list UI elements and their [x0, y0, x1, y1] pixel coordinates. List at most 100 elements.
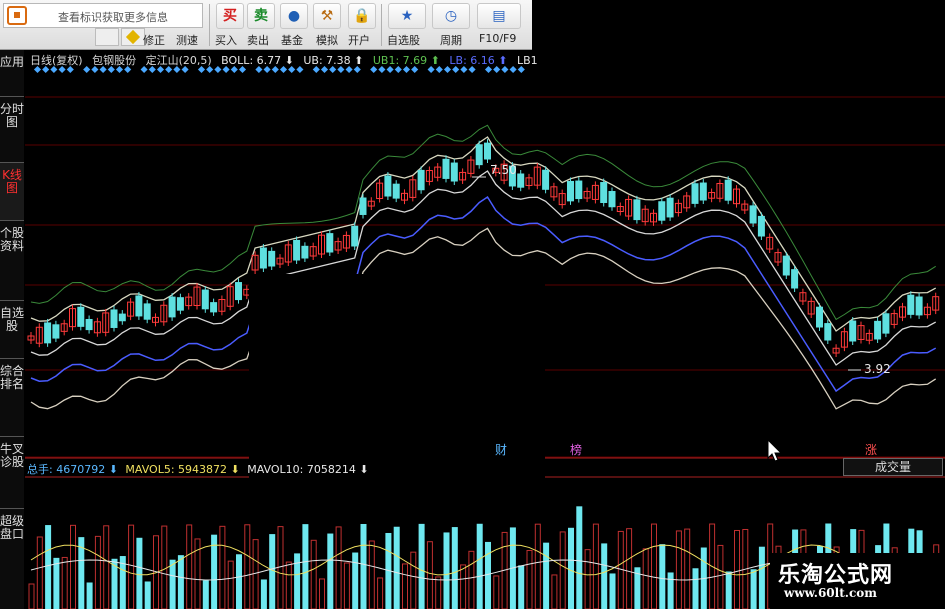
tab-label: 超级盘口 [0, 514, 25, 541]
low-price-label: 3.92 [864, 362, 891, 376]
candle-body [907, 294, 915, 315]
candle-body [118, 313, 126, 322]
tab-kline[interactable]: K线图 [0, 163, 24, 221]
volume-bar [343, 562, 350, 609]
candle-body [600, 182, 608, 204]
volume-bar [692, 568, 699, 609]
fix-button[interactable]: 修正 [143, 32, 165, 48]
candle-body [749, 205, 757, 224]
candle-body [384, 175, 392, 197]
legend-boll: BOLL: 6.77 ⬇ [221, 54, 294, 67]
candle-body [484, 142, 491, 160]
candle-body [691, 183, 699, 204]
candle-body [293, 239, 301, 261]
candle-body [849, 320, 857, 342]
rise-marker[interactable]: 涨 [865, 442, 877, 457]
candle-body [135, 295, 143, 317]
candle-body [658, 201, 666, 221]
sell-button-label[interactable]: 卖出 [247, 32, 269, 48]
volume-bar [418, 523, 425, 609]
tab-diagnosis[interactable]: 牛叉诊股 [0, 437, 24, 509]
volume-bar [202, 580, 209, 609]
volume-bar [468, 550, 475, 609]
kline-chart[interactable]: 7.50 3.92 财 榜 涨 [25, 50, 945, 609]
clock-icon[interactable]: ◷ [432, 3, 470, 29]
tab-ranking[interactable]: 综合排名 [0, 359, 24, 437]
speedtest-button[interactable]: 测速 [176, 32, 198, 48]
tab-intraday[interactable]: 分时图 [0, 97, 24, 163]
tab-watchlist[interactable]: 自选股 [0, 301, 24, 359]
open-account-button-label[interactable]: 开户 [348, 32, 370, 48]
candle-body [633, 199, 641, 221]
volume-bar [626, 528, 633, 609]
tab-label: 牛叉诊股 [0, 442, 25, 469]
volume-bar [584, 549, 591, 609]
volume-bar [144, 581, 151, 609]
volume-bar [568, 527, 574, 609]
tab-label: 综合排名 [0, 364, 25, 391]
hammer-icon[interactable]: ⚒ [313, 3, 341, 29]
watchlist-button-label[interactable]: 自选股 [387, 32, 420, 48]
volume-bar [119, 556, 126, 609]
volume-bar [659, 544, 666, 609]
divider [381, 4, 382, 46]
volume-bar [576, 506, 583, 609]
finance-marker[interactable]: 财 [495, 443, 507, 457]
buy-icon[interactable]: 买 [216, 3, 244, 29]
volume-bar [675, 530, 682, 609]
volume-bar [269, 534, 276, 609]
candle-body [882, 313, 890, 334]
volume-bar [609, 573, 616, 609]
volume-bar [435, 576, 442, 609]
candle-body [542, 169, 550, 190]
volume-bar [551, 574, 558, 609]
candle-body [235, 282, 242, 301]
fund-icon[interactable]: ● [280, 3, 308, 29]
volume-bar [244, 524, 251, 609]
volume-bar [169, 559, 176, 609]
tab-label: 应用 [0, 55, 25, 69]
volume-bar [393, 526, 400, 609]
tab-super-panel[interactable]: 超级盘口 [0, 509, 24, 609]
tab-label: K线图 [2, 168, 22, 195]
candle-body [442, 158, 450, 179]
candle-body [392, 183, 400, 199]
volume-bar [601, 543, 608, 609]
diamond-icon [125, 29, 141, 45]
watermark-title: 乐淘公式网 [778, 563, 894, 588]
candle-body [824, 323, 832, 341]
sidebar: 应用 分时图 K线图 个股资料 自选股 综合排名 牛叉诊股 超级盘口 [0, 50, 24, 609]
candle-body [176, 297, 184, 311]
volume-indicator-select[interactable]: 成交量 [843, 458, 943, 476]
volume-bar [227, 560, 234, 609]
volume-bar [128, 524, 135, 609]
volume-bar [534, 523, 541, 609]
diamond-button[interactable] [121, 28, 145, 46]
watermark-url: www.60lt.com [784, 586, 877, 600]
candle-body [567, 180, 574, 202]
simulate-button-label[interactable]: 模拟 [316, 32, 338, 48]
volume-bar [260, 579, 267, 609]
candle-body [724, 179, 732, 201]
tab-label: 分时图 [0, 102, 25, 129]
volume-bar [177, 555, 184, 609]
star-icon[interactable]: ★ [388, 3, 426, 29]
volume-bar [285, 561, 292, 609]
f10-button-label[interactable]: F10/F9 [479, 32, 516, 45]
volume-bar [310, 539, 317, 609]
rank-marker[interactable]: 榜 [570, 442, 582, 457]
sell-icon[interactable]: 卖 [247, 3, 275, 29]
search-bar[interactable]: 查看标识获取更多信息 [3, 3, 203, 28]
volume-bar [684, 528, 691, 609]
f10-icon[interactable]: ▤ [477, 3, 521, 29]
period-button-label[interactable]: 周期 [440, 32, 462, 48]
tab-apps[interactable]: 应用 [0, 50, 24, 97]
legend-lb: LB: 6.16 ⬆ [449, 54, 508, 67]
lock-icon[interactable]: 🔒 [348, 3, 376, 29]
volume-bar [161, 525, 168, 609]
fund-button-label[interactable]: 基金 [281, 32, 303, 48]
grid-button[interactable] [95, 28, 119, 46]
buy-button-label[interactable]: 买入 [215, 32, 237, 48]
tab-stock-info[interactable]: 个股资料 [0, 221, 24, 301]
volume-bar [103, 525, 110, 609]
